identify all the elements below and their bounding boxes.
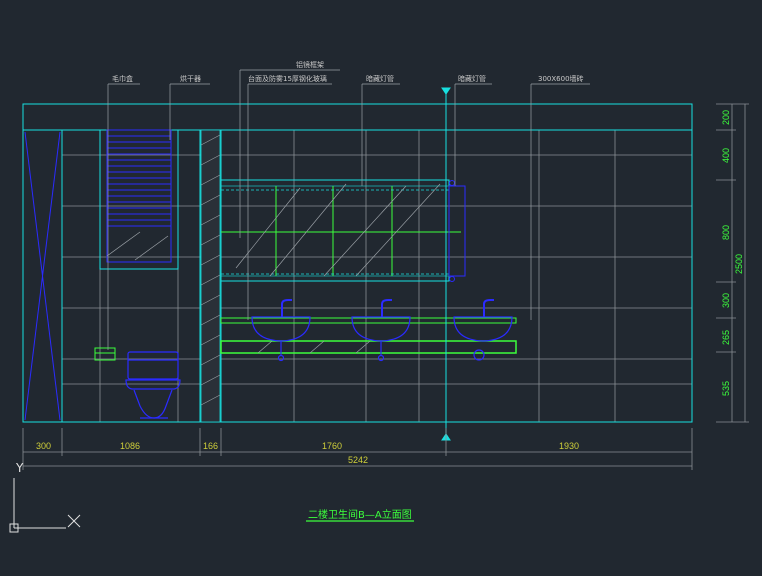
- annotation-mirror-frame: 铝镜框架: [296, 60, 324, 69]
- vertical-dimension-text: 200 400 800 300 265 535 2500: [721, 110, 744, 396]
- door-opening: [24, 131, 61, 421]
- dim-h-1: 300: [36, 441, 51, 451]
- annotation-glass: 台面及防雾15厚钢化玻璃: [248, 74, 327, 83]
- dim-h-total: 5242: [348, 455, 368, 465]
- leader-labels: 毛巾盒 烘干器 铝镜框架 台面及防雾15厚钢化玻璃 暗藏灯管 暗藏灯管 300X…: [112, 60, 584, 83]
- dim-h-2: 1086: [120, 441, 140, 451]
- annotation-light-1: 暗藏灯管: [366, 74, 394, 83]
- dim-v-1: 200: [721, 110, 731, 125]
- elevation-drawing: 毛巾盒 烘干器 铝镜框架 台面及防雾15厚钢化玻璃 暗藏灯管 暗藏灯管 300X…: [9, 60, 749, 533]
- towel-box: [94, 347, 116, 361]
- vanity-counter: [220, 317, 517, 354]
- mirror: [220, 179, 466, 282]
- dim-v-6: 535: [721, 381, 731, 396]
- dim-v-4: 300: [721, 293, 731, 308]
- ucs-icon: Y: [9, 461, 81, 533]
- annotation-light-2: 暗藏灯管: [458, 74, 486, 83]
- basins: [251, 299, 513, 362]
- dim-v-5: 265: [721, 330, 731, 345]
- dim-h-3: 166: [203, 441, 218, 451]
- cad-drawing-canvas: 毛巾盒 烘干器 铝镜框架 台面及防雾15厚钢化玻璃 暗藏灯管 暗藏灯管 300X…: [0, 0, 762, 576]
- dim-h-4: 1760: [322, 441, 342, 451]
- drawing-title: 二楼卫生间B—A立面图: [308, 508, 412, 521]
- dim-v-3: 800: [721, 225, 731, 240]
- louver-window: [99, 129, 179, 270]
- dim-h-5: 1930: [559, 441, 579, 451]
- annotation-heater: 烘干器: [180, 74, 201, 83]
- annotation-tile: 300X600墙砖: [538, 74, 584, 83]
- drawing-title-group: 二楼卫生间B—A立面图: [306, 508, 414, 522]
- dim-v-2: 400: [721, 148, 731, 163]
- wall-outline: [22, 103, 693, 423]
- dim-v-total: 2500: [734, 254, 744, 274]
- horizontal-dimension-text: 300 1086 166 1760 1930 5242: [36, 441, 579, 465]
- hatched-column: [200, 129, 221, 423]
- annotation-towel: 毛巾盒: [112, 74, 133, 83]
- ucs-y-label: Y: [15, 461, 24, 475]
- toilet: [125, 351, 181, 419]
